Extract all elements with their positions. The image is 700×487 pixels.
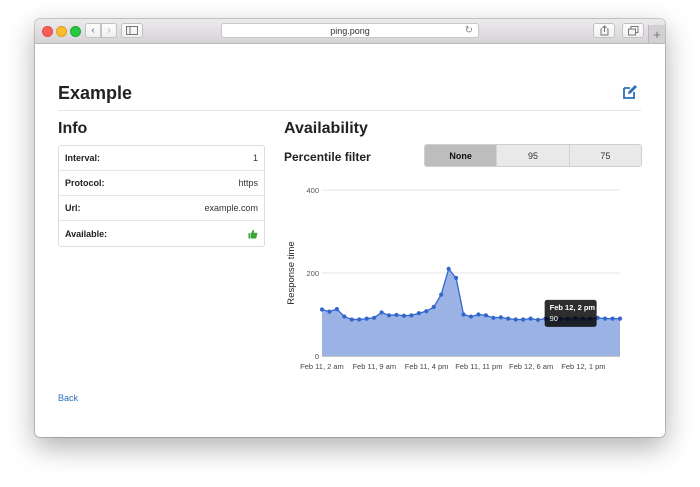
new-tab-button[interactable]: + bbox=[648, 25, 665, 43]
data-point[interactable] bbox=[364, 316, 369, 321]
data-point[interactable] bbox=[491, 315, 496, 320]
data-point[interactable] bbox=[603, 316, 608, 321]
info-key: Url: bbox=[65, 203, 81, 213]
data-point[interactable] bbox=[386, 313, 392, 318]
x-tick-label: Feb 11, 9 am bbox=[352, 362, 396, 371]
y-tick-label: 400 bbox=[306, 186, 319, 195]
data-point[interactable] bbox=[498, 315, 503, 320]
chevron-right-icon: › bbox=[107, 25, 111, 36]
info-row-interval: Interval: 1 bbox=[59, 146, 264, 171]
data-point[interactable] bbox=[319, 307, 325, 312]
data-point[interactable] bbox=[379, 310, 384, 315]
browser-window: ‹ › ping.pong ↻ + Example Info Interval:… bbox=[35, 19, 665, 437]
info-value: 1 bbox=[252, 153, 258, 163]
data-point[interactable] bbox=[446, 266, 451, 271]
data-point[interactable] bbox=[483, 313, 488, 318]
data-point[interactable] bbox=[468, 314, 474, 319]
percentile-95-button[interactable]: 95 bbox=[496, 145, 569, 166]
sidebar-icon bbox=[126, 26, 138, 35]
page-content: Example Info Interval: 1 Protocol: https… bbox=[35, 44, 665, 437]
page-title: Example bbox=[58, 83, 133, 103]
info-row-url: Url: example.com bbox=[59, 196, 264, 221]
sidebar-toggle-button[interactable] bbox=[121, 23, 143, 38]
data-point[interactable] bbox=[454, 275, 459, 281]
info-row-protocol: Protocol: https bbox=[59, 171, 264, 196]
data-point[interactable] bbox=[476, 312, 481, 317]
data-point[interactable] bbox=[409, 313, 414, 318]
tooltip-title: Feb 12, 2 pm bbox=[550, 303, 596, 312]
share-button[interactable] bbox=[593, 23, 615, 38]
data-point[interactable] bbox=[394, 312, 399, 318]
info-key: Protocol: bbox=[65, 178, 105, 188]
back-link[interactable]: Back bbox=[58, 393, 78, 403]
data-point[interactable] bbox=[431, 304, 436, 310]
chevron-left-icon: ‹ bbox=[91, 25, 95, 36]
close-window-button[interactable] bbox=[42, 26, 53, 37]
data-point[interactable] bbox=[535, 317, 541, 322]
percentile-filter-group: None 95 75 bbox=[424, 144, 642, 167]
info-row-available: Available: bbox=[59, 221, 264, 246]
minimize-window-button[interactable] bbox=[56, 26, 67, 37]
title-divider bbox=[58, 110, 641, 111]
percentile-none-button[interactable]: None bbox=[425, 145, 497, 166]
data-point[interactable] bbox=[424, 309, 429, 314]
y-axis-title: Response time bbox=[286, 241, 297, 304]
info-key: Available: bbox=[65, 228, 108, 239]
plus-icon: + bbox=[653, 26, 661, 42]
data-point[interactable] bbox=[617, 316, 623, 321]
percentile-filter-label: Percentile filter bbox=[284, 150, 371, 164]
data-point[interactable] bbox=[334, 307, 339, 312]
thumbs-up-icon bbox=[248, 229, 258, 238]
edit-icon[interactable] bbox=[622, 84, 638, 100]
data-point[interactable] bbox=[349, 317, 354, 322]
data-point[interactable] bbox=[513, 317, 518, 322]
browser-toolbar: ‹ › ping.pong ↻ + bbox=[35, 19, 665, 44]
y-tick-label: 0 bbox=[315, 352, 319, 361]
data-point[interactable] bbox=[416, 311, 421, 316]
x-tick-label: Feb 11, 4 pm bbox=[405, 362, 449, 371]
info-key: Interval: bbox=[65, 153, 101, 163]
availability-heading: Availability bbox=[284, 120, 368, 137]
address-bar[interactable]: ping.pong ↻ bbox=[221, 23, 479, 38]
info-heading: Info bbox=[58, 120, 88, 137]
back-nav-button[interactable]: ‹ bbox=[85, 23, 101, 38]
data-point[interactable] bbox=[439, 292, 444, 297]
data-point[interactable] bbox=[528, 316, 533, 321]
address-url: ping.pong bbox=[330, 26, 370, 36]
x-tick-label: Feb 11, 11 pm bbox=[455, 362, 502, 371]
data-point[interactable] bbox=[506, 316, 511, 321]
response-time-chart: 0 200 400 Response time Feb 11, 2 am Feb 11, … bbox=[286, 186, 623, 371]
tab-overview-icon bbox=[627, 25, 638, 35]
data-point[interactable] bbox=[401, 313, 407, 318]
data-point[interactable] bbox=[327, 309, 332, 314]
x-tick-label: Feb 12, 6 am bbox=[509, 362, 553, 371]
data-point[interactable] bbox=[372, 315, 377, 320]
share-icon bbox=[600, 25, 608, 36]
tooltip-value: 90 bbox=[550, 314, 558, 323]
percentile-75-button[interactable]: 75 bbox=[568, 145, 641, 166]
tab-overview-button[interactable] bbox=[622, 23, 644, 38]
info-value: https bbox=[238, 178, 258, 188]
data-point[interactable] bbox=[521, 317, 526, 322]
data-point[interactable] bbox=[357, 317, 362, 322]
y-tick-label: 200 bbox=[306, 269, 319, 278]
info-value: example.com bbox=[204, 203, 258, 213]
x-tick-label: Feb 12, 1 pm bbox=[561, 362, 605, 371]
reload-icon[interactable]: ↻ bbox=[465, 25, 473, 36]
data-point[interactable] bbox=[342, 314, 347, 319]
info-table: Interval: 1 Protocol: https Url: example… bbox=[58, 145, 265, 247]
data-point[interactable] bbox=[610, 316, 615, 321]
forward-nav-button[interactable]: › bbox=[101, 23, 117, 38]
zoom-window-button[interactable] bbox=[70, 26, 81, 37]
x-tick-label: Feb 11, 2 am bbox=[300, 362, 344, 371]
data-point[interactable] bbox=[461, 312, 466, 317]
